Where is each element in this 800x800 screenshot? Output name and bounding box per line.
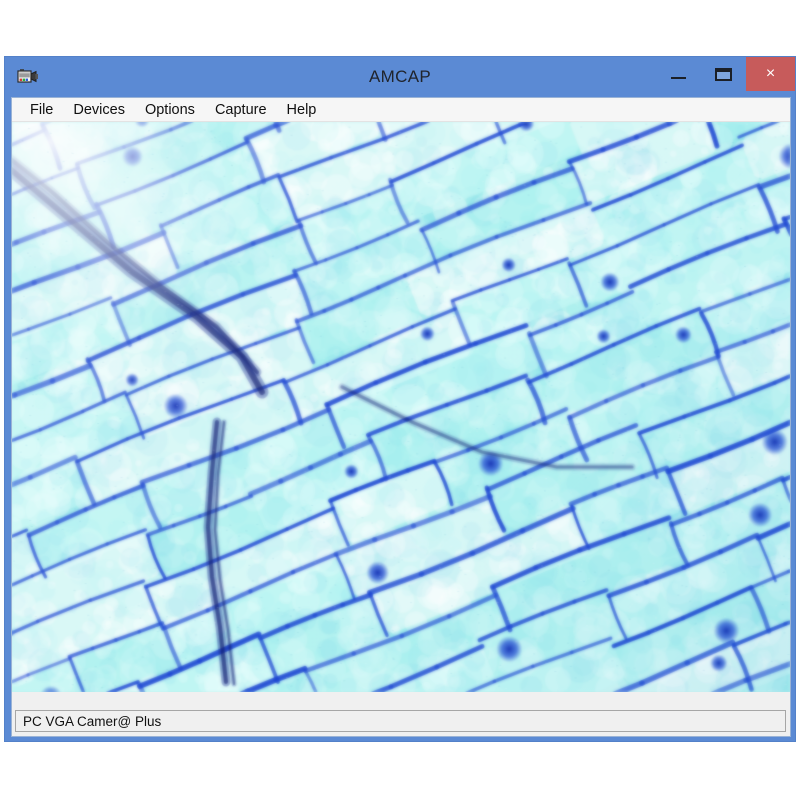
camera-preview-canvas [12,122,790,692]
title-bar[interactable]: AMCAP × [5,57,795,97]
screen: AMCAP × File Devices Options Capture Hel… [0,0,800,800]
menu-item-capture[interactable]: Capture [205,98,277,122]
video-preview[interactable] [12,122,790,692]
menu-item-file[interactable]: File [20,98,63,122]
window-controls: × [656,57,795,91]
menu-bar: File Devices Options Capture Help [12,98,790,122]
client-area: File Devices Options Capture Help PC VGA… [11,97,791,737]
minimize-button[interactable] [656,57,701,91]
maximize-button[interactable] [701,57,746,91]
status-device-label: PC VGA Camer@ Plus [23,713,162,729]
minimize-icon [656,57,701,91]
maximize-icon [701,57,746,91]
close-glyph: × [765,65,776,82]
menu-item-devices[interactable]: Devices [63,98,135,122]
close-button[interactable]: × [746,57,795,91]
amcap-window: AMCAP × File Devices Options Capture Hel… [4,56,796,742]
menu-item-help[interactable]: Help [277,98,327,122]
close-icon: × [746,57,795,91]
menu-item-options[interactable]: Options [135,98,205,122]
status-bar: PC VGA Camer@ Plus [15,710,786,732]
